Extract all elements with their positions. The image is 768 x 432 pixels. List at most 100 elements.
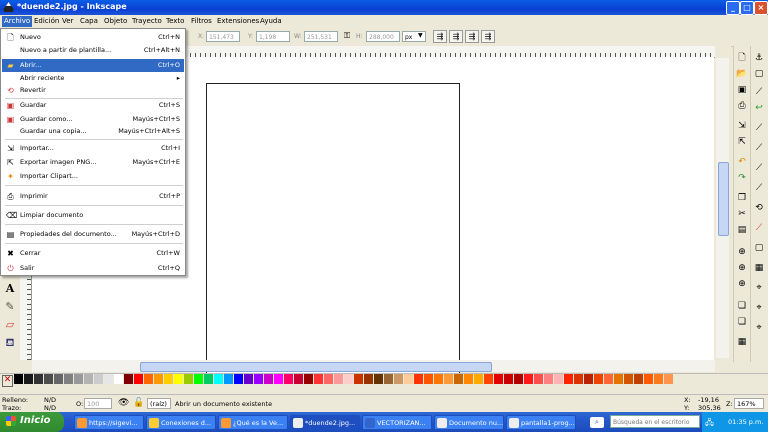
task-button-que-es[interactable]: ¿Qué es la Ve...: [218, 415, 288, 430]
color-swatch[interactable]: [634, 374, 643, 384]
export-icon[interactable]: ⇱: [736, 136, 748, 148]
minimize-button[interactable]: _: [726, 1, 740, 15]
color-swatch[interactable]: [324, 374, 333, 384]
y-field[interactable]: 1,198: [256, 31, 290, 42]
color-swatch[interactable]: [154, 374, 163, 384]
task-button-vectorizan[interactable]: VECTORIZAN...: [362, 415, 432, 430]
w-field[interactable]: 251,531: [304, 31, 338, 42]
text-tool-icon[interactable]: A: [3, 282, 17, 296]
color-swatch[interactable]: [564, 374, 573, 384]
menu-item-limpiar[interactable]: ⌫ Limpiar documento: [2, 209, 184, 222]
color-swatch[interactable]: [554, 374, 563, 384]
color-swatch[interactable]: [334, 374, 343, 384]
snap-nodes-icon[interactable]: ⟋: [753, 86, 765, 98]
color-swatch[interactable]: [434, 374, 443, 384]
color-swatch[interactable]: [164, 374, 173, 384]
menu-item-nuevo-plantilla[interactable]: Nuevo a partir de plantilla... Ctrl+Alt+N: [2, 44, 184, 57]
color-swatch[interactable]: [24, 374, 33, 384]
no-paint-icon[interactable]: ✕: [2, 375, 13, 387]
menu-archivo[interactable]: Archivo: [2, 16, 33, 27]
color-swatch[interactable]: [174, 374, 183, 384]
eraser-tool-icon[interactable]: ▱: [3, 318, 17, 332]
snap-grid-icon[interactable]: ▦: [753, 262, 765, 274]
color-swatch[interactable]: [444, 374, 453, 384]
clone-icon[interactable]: ❏: [736, 316, 748, 328]
snap-corners-icon[interactable]: ⌖: [753, 302, 765, 314]
color-swatch[interactable]: [124, 374, 133, 384]
color-swatch[interactable]: [404, 374, 413, 384]
group-icon[interactable]: ▦: [736, 336, 748, 348]
color-swatch[interactable]: [344, 374, 353, 384]
color-swatch[interactable]: [464, 374, 473, 384]
color-swatch[interactable]: [394, 374, 403, 384]
color-swatch[interactable]: [524, 374, 533, 384]
snap-center-icon[interactable]: ⟋: [753, 182, 765, 194]
color-swatch[interactable]: [224, 374, 233, 384]
cut-icon[interactable]: ✂: [736, 208, 748, 220]
color-swatch[interactable]: [234, 374, 243, 384]
snap-path-icon[interactable]: ↩: [753, 102, 765, 114]
task-button-pantalla1[interactable]: pantalla1-prog...: [506, 415, 576, 430]
new-document-icon[interactable]: 🗋: [736, 52, 748, 64]
menu-trayecto[interactable]: Trayecto: [130, 16, 164, 27]
color-swatch[interactable]: [214, 374, 223, 384]
color-swatch[interactable]: [274, 374, 283, 384]
fill-value[interactable]: N/D: [44, 396, 56, 404]
task-button-documento[interactable]: Documento nu...: [434, 415, 504, 430]
color-swatch[interactable]: [654, 374, 663, 384]
color-swatch[interactable]: [294, 374, 303, 384]
color-swatch[interactable]: [184, 374, 193, 384]
paste-icon[interactable]: ▤: [736, 224, 748, 236]
color-swatch[interactable]: [304, 374, 313, 384]
menu-extensiones[interactable]: Extensiones: [215, 16, 261, 27]
move-patterns-icon[interactable]: ⇶: [481, 30, 495, 43]
menu-ayuda[interactable]: Ayuda: [258, 16, 284, 27]
bucket-tool-icon[interactable]: ⛾: [3, 336, 17, 350]
color-swatch[interactable]: [44, 374, 53, 384]
duplicate-icon[interactable]: ❏: [736, 300, 748, 312]
layer-lock-icon[interactable]: 🔓: [133, 398, 144, 408]
color-swatch[interactable]: [424, 374, 433, 384]
color-swatch[interactable]: [254, 374, 263, 384]
menu-item-cerrar[interactable]: ✖ Cerrar Ctrl+W: [2, 247, 184, 260]
color-swatch[interactable]: [584, 374, 593, 384]
x-field[interactable]: 151,473: [206, 31, 240, 42]
color-swatch[interactable]: [194, 374, 203, 384]
menu-item-propiedades[interactable]: ▤ Propiedades del documento... Mayús+Ctrl+…: [2, 228, 184, 241]
color-swatch[interactable]: [84, 374, 93, 384]
color-swatch[interactable]: [544, 374, 553, 384]
color-swatch[interactable]: [574, 374, 583, 384]
color-swatch[interactable]: [114, 374, 123, 384]
desktop-search-icon[interactable]: ⌕: [590, 417, 604, 428]
maximize-button[interactable]: □: [740, 1, 754, 15]
color-swatch[interactable]: [474, 374, 483, 384]
spray-tool-icon[interactable]: ✎: [3, 300, 17, 314]
save-icon[interactable]: ▣: [736, 84, 748, 96]
open-icon[interactable]: 📂: [736, 68, 748, 80]
start-button[interactable]: Inicio: [0, 412, 64, 432]
color-swatch[interactable]: [494, 374, 503, 384]
color-swatch[interactable]: [364, 374, 373, 384]
snap-cusp-icon[interactable]: ⟋: [753, 122, 765, 134]
color-swatch[interactable]: [64, 374, 73, 384]
zoom-drawing-icon[interactable]: ⊕: [736, 262, 748, 274]
scale-stroke-icon[interactable]: ⇶: [433, 30, 447, 43]
stroke-value[interactable]: N/D: [44, 404, 56, 412]
color-swatch[interactable]: [204, 374, 213, 384]
color-swatch[interactable]: [374, 374, 383, 384]
snap-bbox-icon[interactable]: ▢: [753, 68, 765, 80]
snap-intersection-icon[interactable]: ⌖: [753, 322, 765, 334]
document-page[interactable]: [206, 83, 460, 375]
undo-icon[interactable]: ↶: [736, 156, 748, 168]
lock-icon[interactable]: ⚿: [341, 30, 353, 43]
snap-midpoint-icon[interactable]: ⟋: [753, 162, 765, 174]
snap-guide-icon[interactable]: ⟋: [753, 222, 765, 234]
color-swatch[interactable]: [34, 374, 43, 384]
color-swatch[interactable]: [624, 374, 633, 384]
menu-item-salir[interactable]: ⏻ Salir Ctrl+Q: [2, 262, 184, 275]
menu-item-exportar-png[interactable]: ⇱ Exportar imagen PNG... Mayús+Ctrl+E: [2, 156, 184, 169]
color-swatch[interactable]: [134, 374, 143, 384]
menu-item-guardar-copia[interactable]: Guardar una copia... Mayús+Ctrl+Alt+S: [2, 125, 184, 138]
color-swatch[interactable]: [264, 374, 273, 384]
menu-filtros[interactable]: Filtros: [189, 16, 214, 27]
